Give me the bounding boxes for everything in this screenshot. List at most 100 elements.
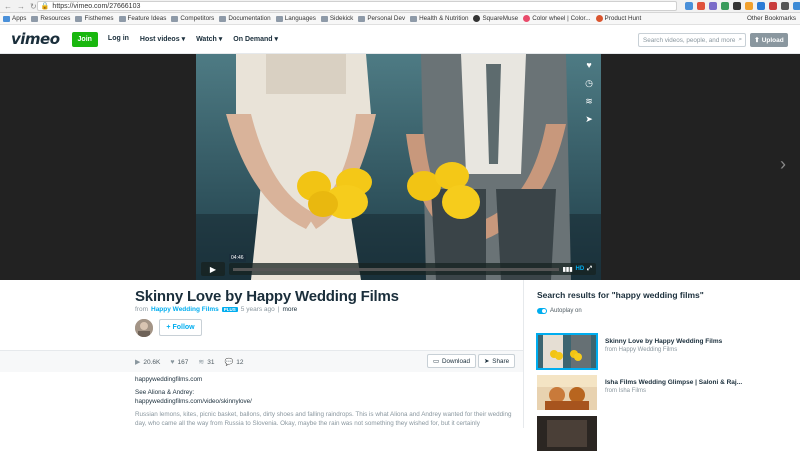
video-description: happyweddingfilms.com See Aliona & Andre… xyxy=(135,375,515,432)
bookmark-folder[interactable]: Languages xyxy=(275,15,316,22)
folder-icon xyxy=(275,15,283,22)
layers-icon[interactable]: ≋ xyxy=(583,95,595,107)
comments-stat[interactable]: 💬 12 xyxy=(224,358,244,367)
url-text: https://vimeo.com/27666103 xyxy=(52,2,141,10)
clock-icon[interactable]: ◷ xyxy=(583,77,595,89)
player-controls: ▶ 04:46 ▮▮▮ HD ⤢ xyxy=(201,254,596,276)
join-button[interactable]: Join xyxy=(71,31,98,47)
bookmark-product-hunt[interactable]: Product Hunt xyxy=(595,15,641,22)
avatar[interactable] xyxy=(135,319,153,337)
byline: from Happy Wedding Films PLUS 5 years ag… xyxy=(135,306,297,313)
player-side-actions: ♥ ◷ ≋ ➤ xyxy=(583,59,595,125)
bookmark-folder[interactable]: Documentation xyxy=(219,15,271,22)
reload-icon[interactable]: ↻ xyxy=(30,2,37,11)
bookmark-folder[interactable]: Competitors xyxy=(171,15,214,22)
bookmark-squaremuse[interactable]: SquareMuse xyxy=(473,15,518,22)
nav-on-demand[interactable]: On Demand ▾ xyxy=(233,35,278,43)
bookmark-folder[interactable]: Personal Dev xyxy=(358,15,405,22)
extension-icon[interactable] xyxy=(732,2,741,10)
lock-icon: 🔒 xyxy=(40,3,50,10)
thumbnail-image xyxy=(537,334,597,369)
description-body: Russian lemons, kites, picnic basket, ba… xyxy=(135,411,512,427)
extension-icon[interactable] xyxy=(744,2,753,10)
bookmark-folder[interactable]: Fisthemes xyxy=(75,15,114,22)
extension-icon[interactable] xyxy=(792,2,800,10)
autoplay-toggle[interactable]: Autoplay on xyxy=(537,308,582,314)
extension-icon[interactable] xyxy=(696,2,705,10)
heart-icon[interactable]: ♥ xyxy=(583,59,595,71)
likes-stat[interactable]: ♥ 167 xyxy=(170,358,188,366)
bookmark-other[interactable]: Other Bookmarks xyxy=(745,15,800,22)
toggle-switch[interactable] xyxy=(537,308,547,314)
play-button[interactable]: ▶ xyxy=(201,262,225,276)
video-player[interactable]: ♥ ◷ ≋ ➤ ▶ 04:46 ▮▮▮ HD ⤢ xyxy=(196,54,601,280)
extension-icon[interactable] xyxy=(720,2,729,10)
extension-icon[interactable] xyxy=(780,2,789,10)
address-bar[interactable]: 🔒 https://vimeo.com/27666103 xyxy=(36,1,677,11)
forward-arrow-icon[interactable]: → xyxy=(17,2,25,11)
description-link[interactable]: happyweddingfilms.com xyxy=(135,375,515,384)
back-arrow-icon[interactable]: ← xyxy=(4,2,12,11)
video-thumbnail[interactable] xyxy=(537,375,597,410)
follow-button[interactable]: + Follow xyxy=(159,319,202,336)
list-item[interactable]: Skinny Love by Happy Wedding Films from … xyxy=(536,333,797,370)
extension-icon[interactable] xyxy=(768,2,777,10)
video-title: Skinny Love by Happy Wedding Films xyxy=(135,288,399,305)
fullscreen-icon[interactable]: ⤢ xyxy=(587,266,592,273)
bookmark-color-wheel[interactable]: Color wheel | Color... xyxy=(523,15,591,22)
browser-nav: ← → ↻ xyxy=(0,2,37,11)
collections-stat[interactable]: ≋ 31 xyxy=(198,358,214,367)
list-item-author: from Isha Films xyxy=(605,388,647,395)
chevron-down-icon: ▾ xyxy=(181,36,186,43)
upload-button[interactable]: ⬆ Upload xyxy=(750,33,788,47)
folder-icon xyxy=(75,15,83,22)
search-icon[interactable]: ⌕ xyxy=(738,36,742,44)
description-link[interactable]: happyweddingfilms.com/video/skinnylove/ xyxy=(135,398,252,405)
list-item-title[interactable]: Isha Films Wedding Glimpse | Saloni & Ra… xyxy=(605,379,742,387)
comment-icon: 💬 xyxy=(224,359,234,366)
list-item[interactable] xyxy=(537,416,797,451)
bookmark-folder[interactable]: Resources xyxy=(31,15,70,22)
folder-icon xyxy=(219,15,227,22)
related-list: Skinny Love by Happy Wedding Films from … xyxy=(536,333,797,457)
description-see: See Aliona & Andrey: happyweddingfilms.co… xyxy=(135,389,252,405)
sidebar-title: Search results for "happy wedding films" xyxy=(537,290,704,300)
volume-icon[interactable]: ▮▮▮ xyxy=(563,266,573,273)
search-placeholder: Search videos, people, and more xyxy=(643,36,736,44)
vimeo-logo[interactable]: vimeo xyxy=(11,30,60,48)
hd-button[interactable]: HD xyxy=(576,266,585,272)
player-right-controls: ▮▮▮ HD ⤢ xyxy=(563,266,592,273)
list-item[interactable]: Isha Films Wedding Glimpse | Saloni & Ra… xyxy=(537,375,797,410)
share-button[interactable]: ➤ Share xyxy=(478,354,516,368)
video-thumbnail[interactable] xyxy=(537,416,597,451)
extension-icon[interactable] xyxy=(708,2,717,10)
nav-log-in[interactable]: Log in xyxy=(108,35,129,43)
progress-track[interactable] xyxy=(233,267,559,271)
author-link[interactable]: Happy Wedding Films xyxy=(151,306,219,313)
list-item-author: from Happy Wedding Films xyxy=(605,347,678,354)
video-stats: ▶ 20.6K ♥ 167 ≋ 31 💬 12 xyxy=(135,358,244,367)
nav-watch[interactable]: Watch ▾ xyxy=(196,35,222,43)
list-item-title[interactable]: Skinny Love by Happy Wedding Films xyxy=(605,338,722,346)
bookmark-apps[interactable]: Apps xyxy=(3,15,26,22)
search-input[interactable]: Search videos, people, and more ⌕ xyxy=(638,33,746,47)
folder-icon xyxy=(320,15,328,22)
folder-icon xyxy=(31,15,39,22)
extension-icon[interactable] xyxy=(756,2,765,10)
play-count-icon: ▶ xyxy=(135,359,141,366)
apps-icon xyxy=(3,15,10,22)
download-button[interactable]: ▭ Download xyxy=(427,354,476,368)
send-icon[interactable]: ➤ xyxy=(583,113,595,125)
bookmark-folder[interactable]: Health & Nutrition xyxy=(410,15,468,22)
play-icon: ▶ xyxy=(209,264,217,274)
next-video-chevron-icon[interactable]: › xyxy=(780,154,786,175)
player-area: ♥ ◷ ≋ ➤ ▶ 04:46 ▮▮▮ HD ⤢ › xyxy=(0,54,800,280)
bookmark-folder[interactable]: Feature Ideas xyxy=(118,15,166,22)
video-thumbnail[interactable] xyxy=(536,333,598,370)
progress-bar[interactable]: 04:46 ▮▮▮ HD ⤢ xyxy=(229,254,596,275)
bookmark-folder[interactable]: Sidekick xyxy=(320,15,353,22)
nav-host-videos[interactable]: Host videos ▾ xyxy=(140,35,185,43)
extension-icon[interactable] xyxy=(684,2,693,10)
plus-badge: PLUS xyxy=(221,307,238,312)
more-link[interactable]: more xyxy=(282,306,297,313)
